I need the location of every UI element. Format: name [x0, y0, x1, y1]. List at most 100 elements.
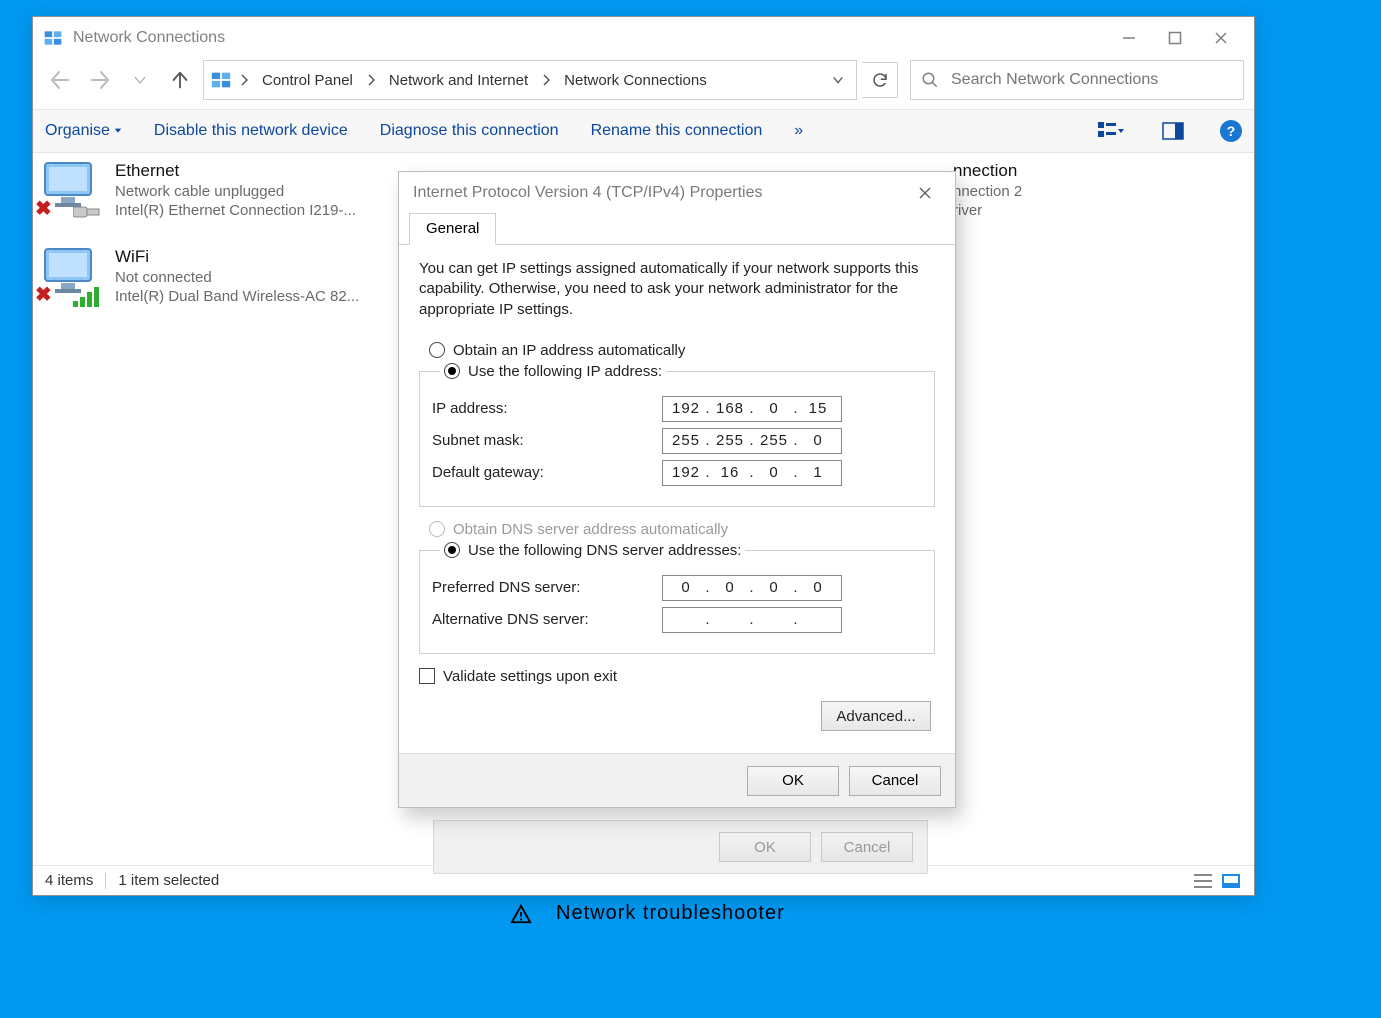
ok-button[interactable]: OK [747, 766, 839, 796]
wifi-icon: ✖ [39, 247, 103, 305]
connection-title: WiFi [115, 247, 359, 267]
connection-item-bluetooth[interactable]: nnection nnection 2 river [953, 161, 1022, 219]
search-box[interactable] [910, 60, 1244, 100]
preferred-dns-label: Preferred DNS server: [432, 579, 662, 596]
address-bar[interactable]: Control Panel Network and Internet Netwo… [203, 60, 857, 100]
ip-auto-radio[interactable]: Obtain an IP address automatically [429, 342, 935, 359]
dialog-title-bar[interactable]: Internet Protocol Version 4 (TCP/IPv4) P… [399, 172, 955, 214]
chevron-right-icon[interactable] [538, 74, 554, 86]
refresh-button[interactable] [862, 62, 898, 98]
status-divider [105, 873, 106, 889]
dns-auto-label: Obtain DNS server address automatically [453, 521, 728, 538]
connection-status: nnection 2 [953, 183, 1022, 200]
ip-auto-label: Obtain an IP address automatically [453, 342, 685, 359]
ethernet-icon: ✖ [39, 161, 103, 219]
close-button[interactable] [1198, 17, 1244, 59]
connection-item-ethernet[interactable]: ✖ Ethernet Network cable unplugged Intel… [39, 161, 356, 219]
underlying-dialog-footer: OK Cancel [433, 820, 928, 874]
subnet-mask-label: Subnet mask: [432, 432, 662, 449]
ip-manual-group: Use the following IP address: IP address… [419, 363, 935, 507]
radio-disabled-icon [429, 521, 445, 537]
dns-manual-label: Use the following DNS server addresses: [468, 542, 741, 559]
dialog-footer: OK Cancel [399, 753, 955, 807]
connection-status: Network cable unplugged [115, 183, 356, 200]
error-x-icon: ✖ [35, 282, 52, 307]
alt-dns-label: Alternative DNS server: [432, 611, 662, 628]
dialog-close-button[interactable] [909, 177, 941, 209]
ip-address-label: IP address: [432, 400, 662, 417]
connection-device: river [953, 202, 1022, 219]
default-gateway-input[interactable]: 192. 16. 0. 1 [662, 460, 842, 486]
connection-device: Intel(R) Dual Band Wireless-AC 82... [115, 288, 359, 305]
validate-label: Validate settings upon exit [443, 668, 617, 685]
address-icon [210, 69, 232, 91]
view-options-button[interactable] [1096, 116, 1126, 146]
preferred-dns-input[interactable]: 0. 0. 0. 0 [662, 575, 842, 601]
nav-back-button[interactable] [43, 63, 77, 97]
breadcrumb-leaf[interactable]: Network Connections [558, 70, 713, 91]
ip-address-input[interactable]: 192. 168. 0. 15 [662, 396, 842, 422]
underlying-ok-button: OK [719, 832, 811, 862]
tab-general[interactable]: General [409, 213, 496, 245]
warning-icon [510, 903, 532, 925]
validate-on-exit-checkbox[interactable]: Validate settings upon exit [419, 668, 935, 685]
dialog-title: Internet Protocol Version 4 (TCP/IPv4) P… [413, 184, 762, 202]
checkbox-icon [419, 668, 435, 684]
nav-forward-button[interactable] [83, 63, 117, 97]
ip-manual-label: Use the following IP address: [468, 363, 662, 380]
nav-row: Control Panel Network and Internet Netwo… [33, 59, 1254, 109]
diagnose-button[interactable]: Diagnose this connection [380, 122, 559, 140]
chevron-right-icon[interactable] [363, 74, 379, 86]
dns-auto-radio: Obtain DNS server address automatically [429, 521, 935, 538]
dns-manual-radio[interactable]: Use the following DNS server addresses: [444, 542, 741, 559]
underlying-cancel-button: Cancel [821, 832, 913, 862]
large-icons-view-icon[interactable] [1220, 870, 1242, 892]
search-icon [921, 71, 939, 89]
status-selection: 1 item selected [118, 872, 219, 889]
connection-title: Ethernet [115, 161, 356, 181]
rename-button[interactable]: Rename this connection [591, 122, 763, 140]
help-button[interactable]: ? [1220, 120, 1242, 142]
dialog-intro-text: You can get IP settings assigned automat… [419, 259, 935, 320]
dialog-tabs: General [399, 212, 955, 245]
subnet-mask-input[interactable]: 255. 255. 255. 0 [662, 428, 842, 454]
radio-selected-icon [444, 542, 460, 558]
connection-device: Intel(R) Ethernet Connection I219-... [115, 202, 356, 219]
nav-up-button[interactable] [163, 63, 197, 97]
troubleshooter-label: Network troubleshooter [556, 902, 785, 925]
search-input[interactable] [949, 70, 1233, 90]
address-dropdown-button[interactable] [826, 74, 850, 86]
alt-dns-input[interactable]: . . . [662, 607, 842, 633]
status-count: 4 items [45, 872, 93, 889]
minimize-button[interactable] [1106, 17, 1152, 59]
chevron-right-icon[interactable] [236, 74, 252, 86]
signal-bars-icon [73, 285, 103, 307]
radio-selected-icon [444, 363, 460, 379]
breadcrumb-mid[interactable]: Network and Internet [383, 70, 534, 91]
window-icon [43, 28, 63, 48]
cancel-button[interactable]: Cancel [849, 766, 941, 796]
overflow-chevron[interactable]: » [794, 122, 803, 140]
default-gateway-label: Default gateway: [432, 464, 662, 481]
details-view-icon[interactable] [1192, 870, 1214, 892]
title-bar[interactable]: Network Connections [33, 17, 1254, 59]
command-bar: Organise Disable this network device Dia… [33, 109, 1254, 153]
network-troubleshooter-link[interactable]: Network troubleshooter [510, 902, 785, 925]
maximize-button[interactable] [1152, 17, 1198, 59]
error-x-icon: ✖ [35, 196, 52, 221]
connection-title: nnection [953, 161, 1022, 181]
connection-status: Not connected [115, 269, 359, 286]
disable-device-button[interactable]: Disable this network device [154, 122, 348, 140]
preview-pane-button[interactable] [1158, 116, 1188, 146]
breadcrumb-root[interactable]: Control Panel [256, 70, 359, 91]
organise-menu[interactable]: Organise [45, 122, 122, 140]
window-title: Network Connections [73, 29, 1106, 47]
connection-item-wifi[interactable]: ✖ WiFi Not connected Intel(R) Dual Band … [39, 247, 359, 305]
ipv4-properties-dialog: Internet Protocol Version 4 (TCP/IPv4) P… [398, 171, 956, 808]
ip-manual-radio[interactable]: Use the following IP address: [444, 363, 662, 380]
dns-manual-group: Use the following DNS server addresses: … [419, 542, 935, 654]
cable-plug-icon [73, 203, 101, 221]
radio-icon [429, 342, 445, 358]
advanced-button[interactable]: Advanced... [821, 701, 931, 731]
nav-recent-button[interactable] [123, 63, 157, 97]
